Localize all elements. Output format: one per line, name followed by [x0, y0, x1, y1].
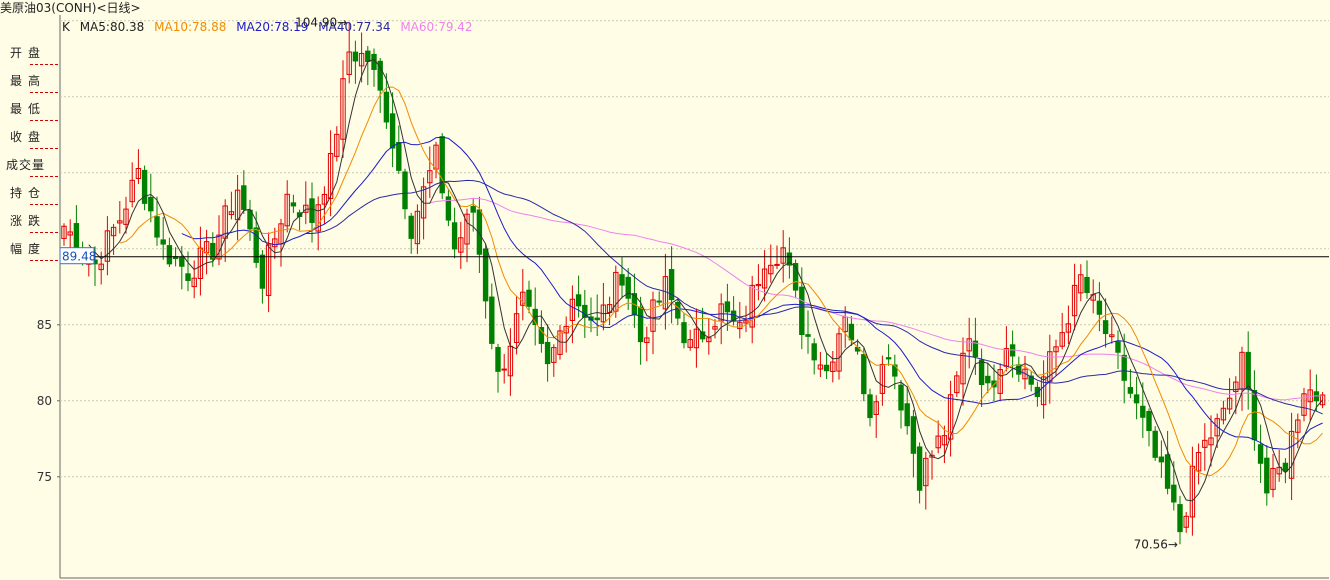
- candle-down: [823, 364, 830, 372]
- candle-down: [365, 50, 371, 62]
- high-annotation: 104.90→: [295, 15, 347, 29]
- candle-down: [594, 317, 600, 321]
- candle-down: [1171, 484, 1177, 503]
- candle-down: [1164, 454, 1171, 489]
- candle-down: [389, 113, 396, 149]
- candle-down: [185, 273, 191, 281]
- candle-down: [885, 357, 892, 360]
- candle-down: [544, 341, 551, 365]
- candle-down: [309, 198, 315, 223]
- candles: [61, 22, 1326, 545]
- candle-down: [352, 51, 359, 62]
- candle-down: [1264, 457, 1270, 494]
- candle-down: [675, 301, 681, 319]
- candle-down: [904, 403, 910, 427]
- candle-down: [290, 202, 297, 207]
- candle-down: [179, 256, 185, 267]
- candle-down: [867, 394, 873, 419]
- candle-down: [1096, 300, 1103, 315]
- candle-down: [402, 171, 408, 210]
- candle-up: [774, 263, 780, 266]
- crosshair-value-label: 89.48: [62, 250, 96, 264]
- candlestick-chart[interactable]: 75 80 85 89.48 104.90→ 70.56→: [0, 0, 1330, 580]
- candle-down: [383, 91, 390, 123]
- candle-down: [910, 416, 917, 454]
- candle-down: [1084, 276, 1090, 294]
- candle-down: [1140, 405, 1146, 418]
- candle-down: [978, 359, 985, 386]
- candle-down: [1177, 504, 1183, 533]
- candle-down: [916, 446, 923, 491]
- y-tick-label: 85: [37, 318, 52, 332]
- candle-down: [451, 222, 458, 250]
- candle-down: [495, 346, 501, 372]
- candle-down: [259, 254, 266, 289]
- candle-down: [1115, 341, 1121, 353]
- ma40-line: [305, 179, 1323, 415]
- candle-down: [154, 216, 160, 238]
- candle-down: [538, 327, 545, 344]
- candle-down: [1133, 394, 1140, 404]
- y-tick-label: 80: [37, 394, 52, 408]
- candle-down: [724, 301, 731, 313]
- ma60-line: [429, 197, 1323, 401]
- candle-down: [898, 384, 904, 411]
- candle-down: [656, 300, 662, 303]
- candle-down: [811, 343, 817, 361]
- candle-down: [799, 286, 805, 335]
- candle-down: [985, 375, 991, 384]
- low-annotation: 70.56→: [1134, 537, 1178, 551]
- candle-down: [253, 227, 259, 263]
- candle-up: [501, 368, 507, 371]
- candle-down: [166, 245, 173, 265]
- candle-down: [1282, 462, 1289, 472]
- candle-down: [575, 294, 582, 307]
- candle-down: [1127, 387, 1134, 394]
- candle-down: [619, 274, 625, 286]
- candle-down: [1146, 410, 1152, 431]
- candle-down: [1121, 354, 1127, 381]
- candle-down: [861, 354, 867, 395]
- candle-down: [637, 306, 644, 343]
- candle-down: [805, 334, 811, 337]
- candle-down: [148, 196, 154, 212]
- candle-down: [681, 322, 687, 344]
- candle-down: [1102, 320, 1109, 335]
- candle-down: [489, 296, 495, 344]
- candle-down: [1152, 430, 1158, 458]
- candle-down: [848, 323, 855, 341]
- candle-down: [408, 215, 414, 239]
- candle-down: [396, 142, 402, 171]
- candle-down: [1245, 351, 1251, 390]
- candle-down: [160, 239, 166, 245]
- candle-down: [625, 276, 631, 299]
- candle-down: [526, 289, 532, 307]
- ma5-line: [88, 58, 1323, 502]
- candle-down: [241, 185, 247, 210]
- y-tick-label: 75: [37, 470, 52, 484]
- candle-down: [1257, 444, 1264, 464]
- candle-down: [141, 169, 148, 204]
- candle-down: [470, 206, 476, 213]
- candle-down: [1251, 390, 1258, 441]
- candle-down: [1158, 456, 1165, 463]
